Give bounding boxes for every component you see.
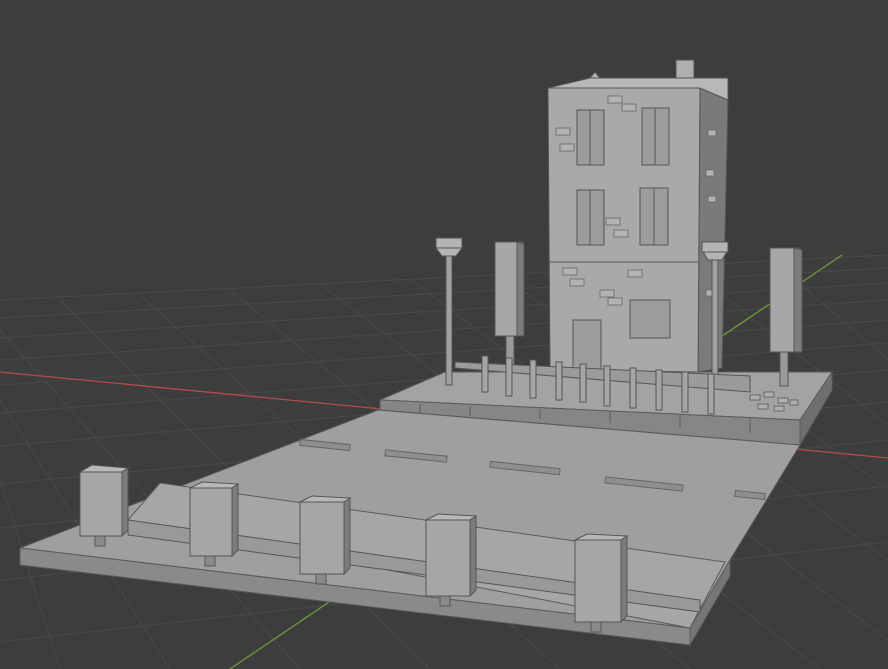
bollard-3 bbox=[299, 495, 352, 585]
bollard-4 bbox=[425, 513, 478, 607]
bollard-2 bbox=[189, 481, 240, 567]
3d-viewport[interactable] bbox=[0, 0, 888, 669]
bollard-1 bbox=[78, 464, 130, 547]
building bbox=[547, 59, 729, 373]
bollard-5 bbox=[574, 533, 629, 633]
